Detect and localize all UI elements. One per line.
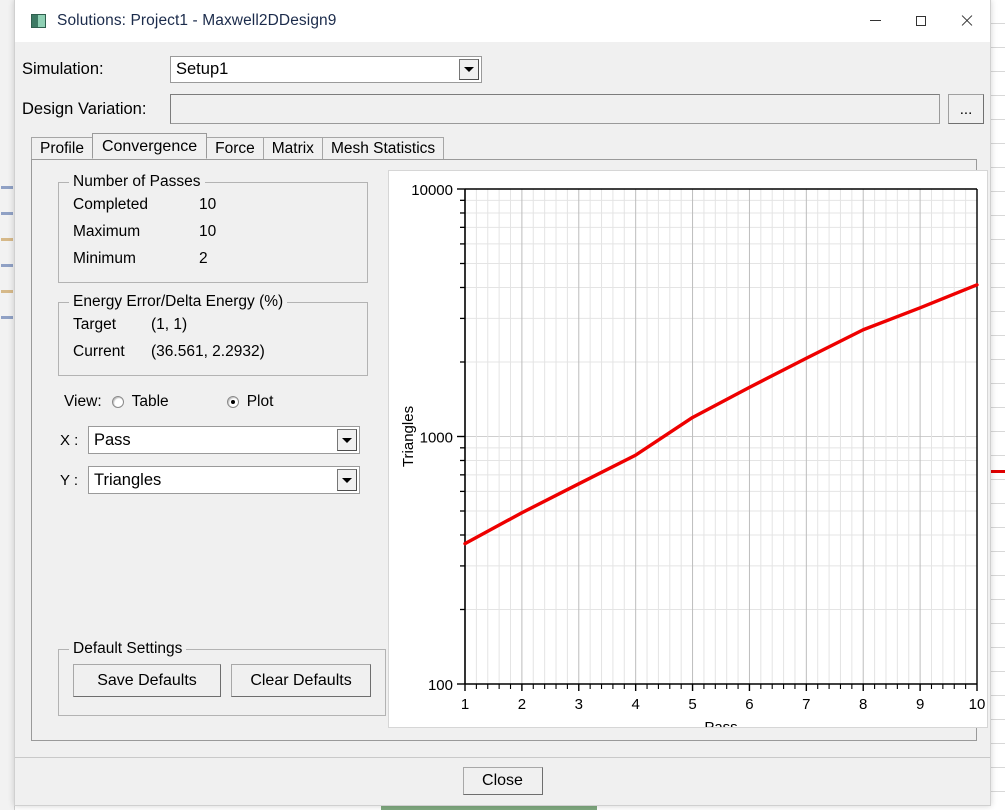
energy-row-current: Current (36.561, 2.2932) bbox=[67, 338, 359, 365]
radio-label-plot: Plot bbox=[246, 393, 274, 410]
window-controls bbox=[852, 0, 990, 41]
passes-minimum-value: 2 bbox=[199, 249, 208, 267]
svg-text:10: 10 bbox=[969, 696, 986, 713]
background-left-toolbar bbox=[0, 0, 15, 810]
passes-minimum-label: Minimum bbox=[73, 249, 136, 267]
tab-force[interactable]: Force bbox=[206, 137, 264, 159]
background-toolbar-icons bbox=[1, 186, 13, 486]
convergence-chart[interactable]: 100 1000 10000 1 2 3 4 5 6 7 8 9 10 Pass Triangles bbox=[388, 170, 988, 728]
passes-completed-label: Completed bbox=[73, 195, 148, 213]
close-icon bbox=[961, 15, 973, 27]
energy-target-value: (1, 1) bbox=[151, 315, 188, 333]
passes-completed-value: 10 bbox=[199, 195, 217, 213]
svg-text:2: 2 bbox=[518, 696, 526, 713]
svg-text:4: 4 bbox=[631, 696, 639, 713]
number-of-passes-legend: Number of Passes bbox=[73, 173, 201, 190]
x-axis-value: Pass bbox=[94, 430, 131, 449]
chevron-down-icon[interactable] bbox=[459, 58, 479, 80]
energy-current-label: Current bbox=[73, 342, 125, 360]
design-variation-browse-button[interactable]: ... bbox=[948, 94, 984, 124]
passes-row-completed: Completed 10 bbox=[67, 191, 359, 218]
tab-mesh-statistics[interactable]: Mesh Statistics bbox=[321, 137, 445, 159]
panel-top-divider bbox=[32, 159, 976, 160]
tab-bar: Profile Convergence Force Matrix Mesh St… bbox=[15, 133, 990, 159]
simulation-label: Simulation: bbox=[22, 59, 104, 78]
radio-view-plot[interactable]: Plot bbox=[226, 393, 274, 411]
x-axis-label: X : bbox=[60, 431, 79, 449]
passes-maximum-label: Maximum bbox=[73, 222, 141, 240]
svg-text:8: 8 bbox=[859, 696, 867, 713]
chevron-down-icon[interactable] bbox=[337, 469, 357, 491]
y-axis-value: Triangles bbox=[94, 470, 162, 489]
window-title: Solutions: Project1 - Maxwell2DDesign9 bbox=[57, 11, 337, 29]
minimize-icon bbox=[869, 20, 881, 21]
svg-text:1: 1 bbox=[461, 696, 469, 713]
view-label: View: bbox=[64, 393, 102, 410]
dialog-footer: Close bbox=[15, 757, 990, 805]
design-variation-label: Design Variation: bbox=[22, 99, 147, 118]
radio-view-table[interactable]: Table bbox=[111, 393, 169, 411]
close-window-button[interactable] bbox=[944, 0, 990, 41]
simulation-value: Setup1 bbox=[176, 59, 229, 78]
svg-text:3: 3 bbox=[575, 696, 583, 713]
x-axis-row: X : Pass bbox=[58, 420, 368, 460]
left-controls-column: Number of Passes Completed 10 Maximum 10… bbox=[58, 173, 368, 500]
radio-icon-plot bbox=[226, 396, 239, 408]
simulation-row: Simulation: Setup1 bbox=[15, 49, 990, 89]
maximize-button[interactable] bbox=[898, 0, 944, 41]
tab-profile[interactable]: Profile bbox=[31, 137, 93, 159]
minimize-button[interactable] bbox=[852, 0, 898, 41]
svg-text:100: 100 bbox=[428, 677, 453, 694]
energy-current-value: (36.561, 2.2932) bbox=[151, 342, 265, 360]
energy-row-target: Target (1, 1) bbox=[67, 311, 359, 338]
close-button[interactable]: Close bbox=[462, 767, 543, 795]
radio-label-table: Table bbox=[131, 393, 169, 410]
clear-defaults-button[interactable]: Clear Defaults bbox=[231, 664, 371, 697]
simulation-select[interactable]: Setup1 bbox=[170, 55, 482, 83]
convergence-panel: Number of Passes Completed 10 Maximum 10… bbox=[31, 159, 988, 741]
svg-text:Triangles: Triangles bbox=[400, 406, 417, 467]
passes-row-maximum: Maximum 10 bbox=[67, 218, 359, 245]
default-settings-legend: Default Settings bbox=[73, 640, 183, 657]
energy-error-group: Energy Error/Delta Energy (%) Target (1,… bbox=[58, 293, 368, 376]
default-settings-buttons: Save Defaults Clear Defaults bbox=[67, 658, 377, 705]
passes-row-minimum: Minimum 2 bbox=[67, 245, 359, 272]
y-axis-row: Y : Triangles bbox=[58, 460, 368, 500]
number-of-passes-group: Number of Passes Completed 10 Maximum 10… bbox=[58, 173, 368, 283]
view-mode-row: View: Table Plot bbox=[64, 386, 368, 418]
convergence-plot-svg: 100 1000 10000 1 2 3 4 5 6 7 8 9 10 Pass Triangles bbox=[400, 182, 986, 727]
svg-text:Pass: Pass bbox=[704, 719, 737, 727]
svg-text:7: 7 bbox=[802, 696, 810, 713]
energy-target-label: Target bbox=[73, 315, 117, 333]
application-icon bbox=[31, 13, 46, 28]
default-settings-group: Default Settings Save Defaults Clear Def… bbox=[58, 640, 386, 716]
svg-text:10000: 10000 bbox=[411, 182, 453, 199]
x-axis-select[interactable]: Pass bbox=[88, 426, 360, 454]
tab-convergence[interactable]: Convergence bbox=[91, 133, 208, 159]
energy-error-legend: Energy Error/Delta Energy (%) bbox=[73, 293, 284, 310]
passes-maximum-value: 10 bbox=[199, 222, 217, 240]
radio-icon-table bbox=[111, 396, 124, 408]
solutions-dialog: Solutions: Project1 - Maxwell2DDesign9 S… bbox=[14, 0, 991, 806]
svg-text:6: 6 bbox=[745, 696, 753, 713]
title-bar[interactable]: Solutions: Project1 - Maxwell2DDesign9 bbox=[15, 0, 990, 42]
save-defaults-button[interactable]: Save Defaults bbox=[73, 664, 221, 697]
chevron-down-icon[interactable] bbox=[337, 429, 357, 451]
svg-text:1000: 1000 bbox=[420, 430, 453, 447]
design-variation-row: Design Variation: ... bbox=[15, 89, 990, 129]
svg-text:5: 5 bbox=[688, 696, 696, 713]
tab-matrix[interactable]: Matrix bbox=[262, 137, 323, 159]
y-axis-select[interactable]: Triangles bbox=[88, 466, 360, 494]
y-axis-label: Y : bbox=[60, 471, 79, 489]
form-area: Simulation: Setup1 Design Variation: ... bbox=[15, 42, 990, 129]
maximize-icon bbox=[916, 15, 926, 26]
svg-text:9: 9 bbox=[916, 696, 924, 713]
design-variation-input[interactable] bbox=[170, 94, 940, 124]
